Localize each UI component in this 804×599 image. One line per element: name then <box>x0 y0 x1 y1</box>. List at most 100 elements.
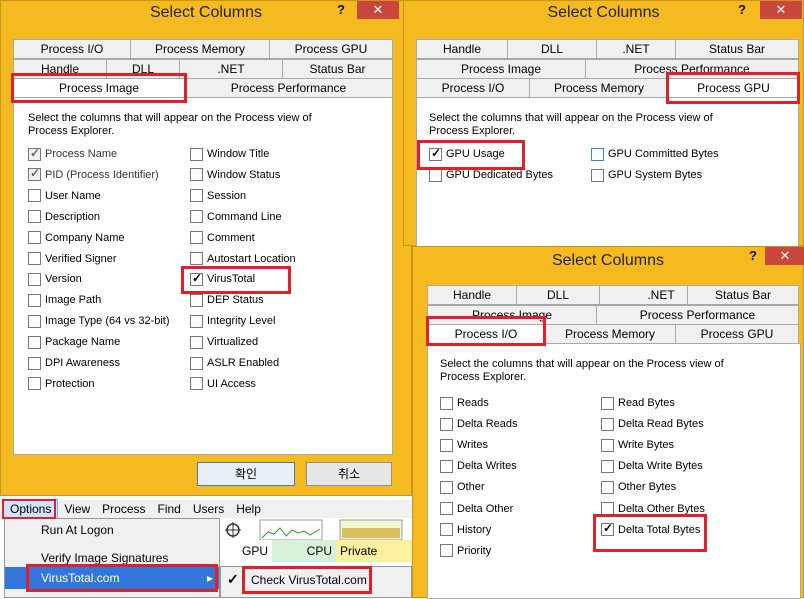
tab-process-gpu[interactable]: Process GPU <box>675 324 799 344</box>
tab-process-io[interactable]: Process I/O <box>427 324 545 344</box>
option-delta-other[interactable]: Delta Other <box>440 501 513 517</box>
checkbox-icon[interactable] <box>440 417 453 431</box>
option-aslr-enabled[interactable]: ASLR Enabled <box>190 355 279 371</box>
help-button[interactable]: ? <box>749 247 757 265</box>
tab-handle[interactable]: Handle <box>416 39 508 59</box>
menu-find[interactable]: Find <box>152 500 187 518</box>
checkbox-icon[interactable] <box>440 502 453 515</box>
tab-process-performance[interactable]: Process Performance <box>184 78 393 98</box>
checkbox-icon[interactable] <box>190 210 203 224</box>
tab-status-bar[interactable]: Status Bar <box>675 39 799 59</box>
option-priority[interactable]: Priority <box>440 543 491 559</box>
option-version[interactable]: Version <box>28 271 82 287</box>
checkbox-icon[interactable] <box>190 377 203 391</box>
menu-process[interactable]: Process <box>96 500 151 518</box>
column-private-bytes[interactable]: Private Byt... <box>336 540 412 580</box>
checkbox-icon[interactable] <box>28 272 41 286</box>
tab-dotnet[interactable]: .NET <box>179 59 283 79</box>
checkbox-icon[interactable] <box>28 231 41 245</box>
menu-item-check-virustotal[interactable]: Check VirusTotal.com <box>251 573 367 587</box>
checkbox-icon[interactable] <box>28 356 41 370</box>
option-gpu-committed-bytes[interactable]: GPU Committed Bytes <box>591 146 719 162</box>
option-gpu-usage[interactable]: GPU Usage <box>429 146 505 162</box>
checkbox-icon[interactable] <box>601 459 614 473</box>
option-autostart-location[interactable]: Autostart Location <box>190 251 296 267</box>
checkbox-icon[interactable] <box>28 314 41 328</box>
help-button[interactable]: ? <box>337 1 345 19</box>
option-ui-access[interactable]: UI Access <box>190 376 256 392</box>
checkbox-icon[interactable] <box>601 502 614 515</box>
tab-process-image[interactable]: Process Image <box>427 305 597 325</box>
option-integrity-level[interactable]: Integrity Level <box>190 313 275 329</box>
option-reads[interactable]: Reads <box>440 395 489 411</box>
checkbox-icon[interactable] <box>28 335 41 349</box>
tab-process-memory[interactable]: Process Memory <box>544 324 676 344</box>
tab-process-io[interactable]: Process I/O <box>13 39 131 59</box>
option-delta-write-bytes[interactable]: Delta Write Bytes <box>601 458 703 474</box>
option-package-name[interactable]: Package Name <box>28 334 120 350</box>
tab-dotnet[interactable]: .NET <box>596 39 676 59</box>
menu-item-verify-image-signatures[interactable]: Verify Image Signatures <box>5 547 219 569</box>
menu-users[interactable]: Users <box>187 500 230 518</box>
option-write-bytes[interactable]: Write Bytes <box>601 437 674 453</box>
option-protection[interactable]: Protection <box>28 376 95 392</box>
tab-status-bar[interactable]: Status Bar <box>282 59 393 79</box>
close-button[interactable]: ✕ <box>760 1 802 19</box>
checkbox-icon[interactable] <box>440 523 453 537</box>
option-image-path[interactable]: Image Path <box>28 292 101 308</box>
option-delta-total-bytes[interactable]: Delta Total Bytes <box>601 521 700 538</box>
checkbox-icon[interactable] <box>440 438 453 452</box>
checkbox-icon[interactable] <box>28 377 41 391</box>
option-gpu-system-bytes[interactable]: GPU System Bytes <box>591 167 702 183</box>
option-image-type-64-vs-32-bit[interactable]: Image Type (64 vs 32-bit) <box>28 313 170 329</box>
option-virustotal[interactable]: VirusTotal <box>190 271 255 287</box>
checkbox-icon[interactable] <box>190 168 203 182</box>
menu-view[interactable]: View <box>58 500 96 518</box>
option-other-bytes[interactable]: Other Bytes <box>601 479 676 495</box>
option-comment[interactable]: Comment <box>190 230 255 246</box>
checkbox-icon[interactable] <box>601 438 614 452</box>
checkbox-icon[interactable] <box>601 521 614 537</box>
menu-item-virustotal[interactable]: VirusTotal.com ▸ <box>5 567 219 589</box>
checkbox-icon[interactable] <box>190 293 203 307</box>
menu-item-run-at-logon[interactable]: Run At Logon <box>5 519 219 541</box>
tab-handle[interactable]: Handle <box>427 285 517 305</box>
checkbox-icon[interactable] <box>190 271 203 286</box>
tab-dll[interactable]: DLL <box>106 59 180 79</box>
tab-status-bar[interactable]: Status Bar <box>687 285 799 305</box>
ok-button[interactable]: 확인 <box>197 462 295 486</box>
tab-process-io[interactable]: Process I/O <box>416 78 530 98</box>
checkbox-icon[interactable] <box>190 314 203 328</box>
tab-process-memory[interactable]: Process Memory <box>529 78 669 98</box>
checkbox-icon[interactable] <box>190 189 203 203</box>
option-window-status[interactable]: Window Status <box>190 167 280 183</box>
checkbox-icon[interactable] <box>28 210 41 224</box>
checkbox-icon[interactable] <box>429 146 442 161</box>
crosshair-icon[interactable] <box>225 522 241 538</box>
checkbox-icon[interactable] <box>601 396 614 410</box>
checkbox-icon[interactable] <box>190 231 203 245</box>
column-cpu[interactable]: CPU <box>272 540 336 562</box>
checkbox-icon[interactable] <box>190 252 203 265</box>
checkbox-icon[interactable] <box>190 335 203 349</box>
checkbox-icon[interactable] <box>28 252 41 265</box>
tab-process-image[interactable]: Process Image <box>13 78 185 98</box>
checkbox-icon[interactable] <box>190 147 203 161</box>
option-delta-reads[interactable]: Delta Reads <box>440 416 518 432</box>
menu-options[interactable]: Options <box>3 499 59 519</box>
tab-process-gpu[interactable]: Process GPU <box>668 78 799 98</box>
checkbox-icon[interactable] <box>591 147 604 161</box>
tab-process-performance[interactable]: Process Performance <box>585 59 799 79</box>
option-writes[interactable]: Writes <box>440 437 488 453</box>
checkbox-icon[interactable] <box>28 293 41 307</box>
option-delta-writes[interactable]: Delta Writes <box>440 458 517 474</box>
option-history[interactable]: History <box>440 522 491 538</box>
option-dpi-awareness[interactable]: DPI Awareness <box>28 355 120 371</box>
tab-process-performance[interactable]: Process Performance <box>596 305 799 325</box>
option-read-bytes[interactable]: Read Bytes <box>601 395 675 411</box>
checkbox-icon[interactable] <box>440 544 453 558</box>
checkbox-icon[interactable] <box>601 417 614 431</box>
close-button[interactable]: ✕ <box>357 1 399 19</box>
option-other[interactable]: Other <box>440 479 485 495</box>
option-description[interactable]: Description <box>28 209 100 225</box>
